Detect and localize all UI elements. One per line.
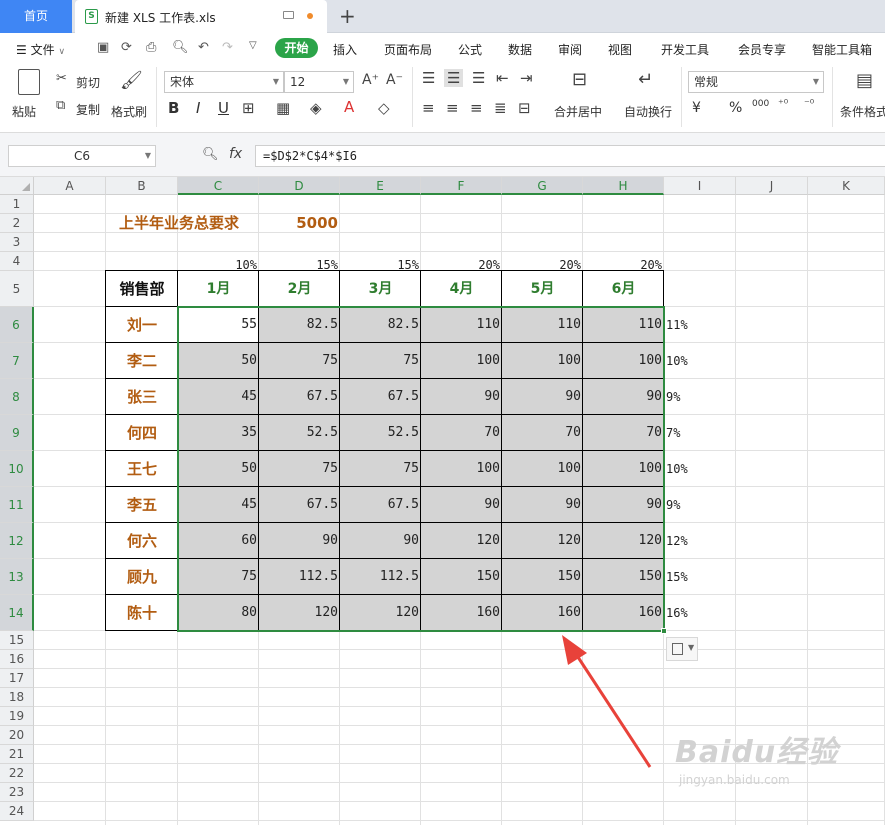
fill-pattern-icon[interactable]: ▦ [276, 99, 290, 117]
baidu-jingyan-logo: Baidu经验 [675, 735, 839, 770]
name-box-value: C6 [73, 149, 90, 163]
wrap-text-icon[interactable]: ↵ [638, 69, 653, 90]
file-menu-label: 文件 [30, 43, 55, 57]
scissors-icon: ✂ [56, 71, 67, 86]
format-painter-button[interactable]: 格式刷 [111, 103, 147, 120]
menu-bar: ☰ 文件 ∨ ▣ ⟳ ⎙ 🔍︎ ↶ ↷ ▽ 开始 插入 页面布局 公式 数据 审… [0, 33, 885, 63]
conditional-format-button[interactable]: 条件格式 [840, 103, 885, 120]
align-center-icon[interactable]: ≡ [446, 99, 459, 117]
name-box[interactable]: C6 ▼ [8, 145, 156, 167]
tab-bar: 首页 S 新建 XLS 工作表.xls + [0, 0, 885, 33]
chevron-down-icon: ▼ [272, 77, 279, 86]
tab-file[interactable]: S 新建 XLS 工作表.xls [75, 0, 327, 33]
font-size-select[interactable]: 12 ▼ [284, 71, 354, 93]
redo-icon[interactable]: ↷ [222, 40, 233, 55]
wrap-text-button[interactable]: 自动换行 [624, 103, 672, 120]
percent-button[interactable]: % [729, 100, 742, 116]
formula-bar: C6 ▼ 🔍︎ fx =$D$2*C$4*$I6 [0, 133, 885, 177]
annotation-arrow-shaft [572, 650, 652, 768]
chevron-down-icon: ▼ [812, 77, 819, 86]
font-name-select[interactable]: 宋体 ▼ [164, 71, 284, 93]
save-icon[interactable]: ▣ [97, 40, 109, 55]
tab-start[interactable]: 开始 [275, 38, 318, 58]
monitor-icon[interactable] [283, 11, 294, 19]
number-format-value: 常规 [694, 75, 719, 89]
print-preview-icon[interactable]: 🔍︎ [172, 40, 189, 55]
quick-access-dropdown-icon[interactable]: ▽ [249, 40, 257, 51]
align-middle-icon[interactable]: ☰ [444, 69, 464, 87]
tab-formula[interactable]: 公式 [458, 41, 482, 58]
font-color-icon[interactable]: A [344, 98, 354, 116]
currency-button[interactable]: ¥ [692, 100, 701, 116]
indent-increase-icon[interactable]: ⇥ [520, 69, 533, 87]
increase-decimal-icon[interactable]: ⁺⁰ [778, 97, 788, 110]
fx-icon[interactable]: fx [229, 146, 242, 162]
font-size-value: 12 [290, 75, 306, 89]
print-icon[interactable]: ⎙ [146, 40, 156, 55]
align-left-icon[interactable]: ≡ [422, 99, 435, 117]
paste-button[interactable]: 粘贴 [12, 103, 36, 120]
italic-button[interactable]: I [196, 99, 200, 117]
align-bottom-icon[interactable]: ☰ [472, 69, 485, 87]
clear-format-icon[interactable]: ◇ [378, 99, 390, 117]
number-format-select[interactable]: 常规 ▼ [688, 71, 824, 93]
paste-icon[interactable] [18, 69, 40, 95]
tab-smart-toolbox[interactable]: 智能工具箱 [812, 41, 872, 58]
ribbon-divider [156, 67, 157, 127]
chevron-down-icon: ▼ [342, 77, 349, 86]
tab-review[interactable]: 审阅 [558, 41, 582, 58]
formula-input[interactable]: =$D$2*C$4*$I6 [255, 145, 885, 167]
file-menu[interactable]: ☰ 文件 ∨ [16, 41, 65, 58]
indent-decrease-icon[interactable]: ⇤ [496, 69, 509, 87]
format-painter-icon: 🖌︎ [120, 70, 143, 91]
align-right-icon[interactable]: ≡ [470, 99, 483, 117]
hamburger-icon: ☰ [16, 43, 27, 57]
decrease-font-icon[interactable]: A⁻ [386, 72, 403, 88]
merge-center-icon[interactable]: ⊟ [572, 69, 587, 90]
tab-file-label: 新建 XLS 工作表.xls [105, 11, 216, 25]
undo-icon[interactable]: ↶ [198, 40, 209, 55]
cut-button[interactable]: 剪切 [76, 74, 100, 91]
unsaved-dot-icon [307, 13, 313, 19]
tab-home[interactable]: 首页 [0, 0, 72, 33]
tab-member[interactable]: 会员专享 [738, 41, 786, 58]
bold-button[interactable]: B [168, 99, 179, 117]
ribbon-divider [681, 67, 682, 127]
annotation-arrow-head [562, 635, 587, 665]
tab-data[interactable]: 数据 [508, 41, 532, 58]
new-tab-button[interactable]: + [339, 4, 356, 28]
border-icon[interactable]: ⊞ [242, 99, 255, 117]
tab-insert[interactable]: 插入 [333, 41, 357, 58]
chevron-down-icon: ∨ [58, 47, 66, 57]
tab-developer[interactable]: 开发工具 [661, 41, 709, 58]
zoom-icon[interactable]: 🔍︎ [202, 147, 219, 162]
ribbon-divider [832, 67, 833, 127]
tab-page-layout[interactable]: 页面布局 [384, 41, 432, 58]
underline-button[interactable]: U [218, 99, 229, 117]
fill-color-icon[interactable]: ◈ [310, 99, 322, 117]
thousands-button[interactable]: 000 [752, 99, 769, 109]
font-name-value: 宋体 [170, 75, 195, 89]
export-icon[interactable]: ⟳ [121, 40, 132, 55]
watermark: Baidu经验 jingyan.baidu.com [675, 727, 875, 787]
spreadsheet-grid[interactable]: 上半年业务总要求 5000 10% 15% 15% 20% 20% 20% 销售部 1月 2月 3月 4… [0, 177, 885, 825]
justify-icon[interactable]: ≣ [494, 99, 507, 117]
merge-center-button[interactable]: 合并居中 [554, 103, 602, 120]
xls-file-icon: S [85, 9, 98, 24]
copy-icon: ⧉ [56, 98, 66, 113]
ribbon: 粘贴 ✂ 剪切 ⧉ 复制 🖌︎ 格式刷 宋体 ▼ 12 ▼ A⁺ A⁻ B I U … [0, 63, 885, 133]
conditional-format-icon[interactable]: ▤ [856, 70, 873, 91]
ribbon-divider [412, 67, 413, 127]
decrease-decimal-icon[interactable]: ⁻⁰ [804, 97, 814, 110]
distribute-icon[interactable]: ⊟ [518, 99, 531, 117]
watermark-url: jingyan.baidu.com [679, 773, 790, 787]
tab-view[interactable]: 视图 [608, 41, 632, 58]
copy-button[interactable]: 复制 [76, 101, 100, 118]
increase-font-icon[interactable]: A⁺ [362, 72, 379, 88]
chevron-down-icon: ▼ [144, 151, 151, 160]
align-top-icon[interactable]: ☰ [422, 69, 435, 87]
